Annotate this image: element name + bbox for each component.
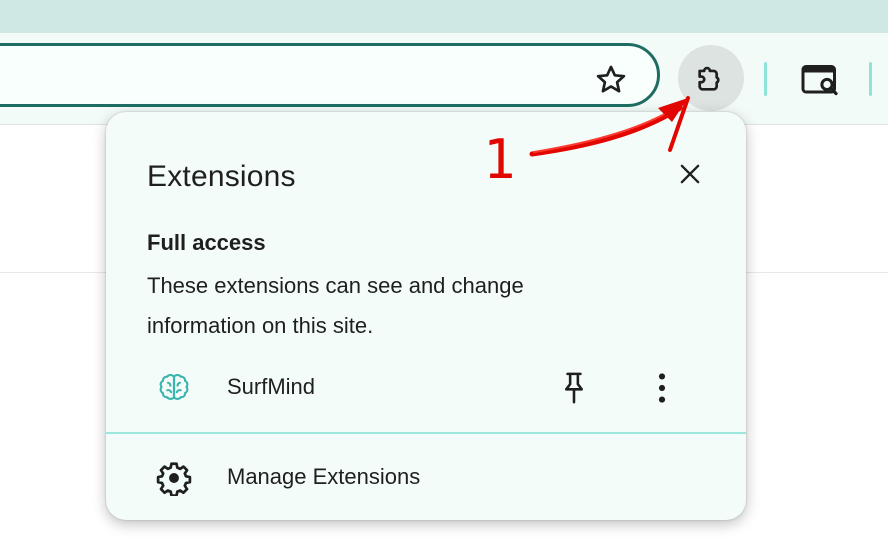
extension-name: SurfMind [227,374,316,399]
annotation-number: 1 [483,128,516,191]
pin-icon[interactable] [558,370,590,406]
extensions-popup: Extensions Full access These extensions … [106,112,746,520]
brain-icon [159,373,189,400]
manage-extensions-label: Manage Extensions [227,464,421,489]
toolbar-separator [869,62,872,96]
search-panel-icon[interactable] [800,61,842,99]
toolbar-separator [764,62,767,96]
section-title: Full access [147,230,266,255]
popup-divider [106,432,746,434]
section-description: These extensions can see and change info… [147,273,524,338]
popup-title: Extensions [147,160,296,193]
more-vert-icon[interactable] [649,370,675,406]
tab-strip [0,0,888,33]
gear-icon [156,462,192,496]
annotation-arrow [529,96,690,157]
